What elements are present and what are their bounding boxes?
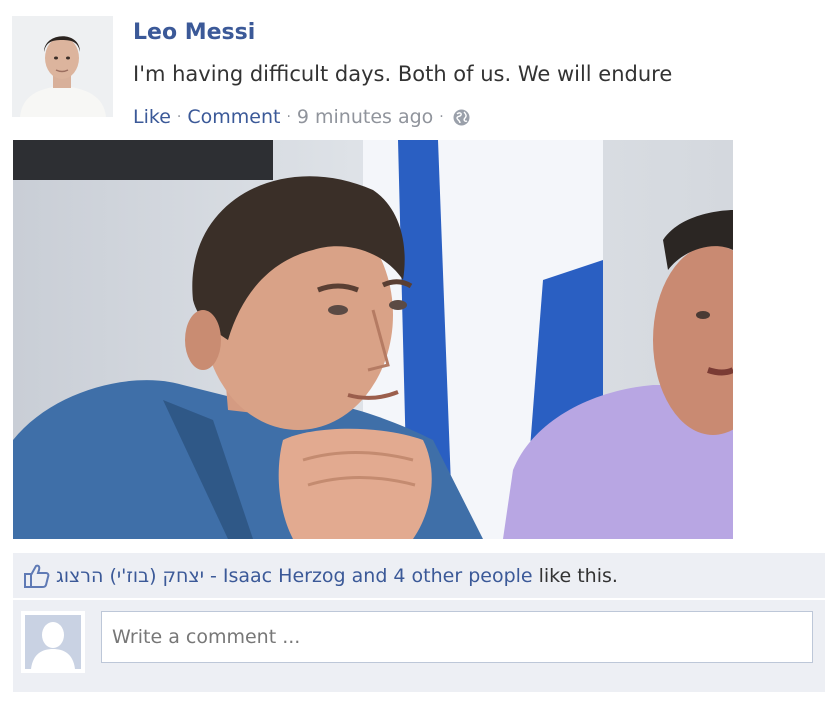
globe-icon[interactable] — [452, 108, 471, 127]
separator: · — [286, 109, 291, 125]
post-photo[interactable] — [13, 140, 733, 539]
likes-suffix: like this. — [538, 564, 618, 587]
post-actions: Like · Comment · 9 minutes ago · — [133, 106, 471, 128]
post-image — [13, 140, 733, 539]
comment-link[interactable]: Comment — [187, 106, 280, 128]
comment-composer — [13, 600, 825, 692]
separator: · — [176, 109, 182, 125]
like-link[interactable]: Like — [133, 106, 171, 128]
status-text: I'm having difficult days. Both of us. W… — [133, 62, 673, 86]
thumbs-up-icon — [23, 562, 50, 589]
likes-summary: יצחק (בוז'י) הרצוג - Isaac Herzog and 4 … — [13, 553, 825, 598]
separator: · — [439, 109, 444, 125]
comment-input[interactable] — [101, 611, 813, 663]
author-avatar[interactable] — [12, 16, 113, 117]
facebook-post: Leo Messi I'm having difficult days. Bot… — [0, 0, 833, 708]
likers-link[interactable]: יצחק (בוז'י) הרצוג - Isaac Herzog and 4 … — [56, 565, 533, 587]
author-name[interactable]: Leo Messi — [133, 20, 255, 45]
default-user-icon — [21, 611, 85, 673]
timestamp-link[interactable]: 9 minutes ago — [297, 106, 433, 128]
author-photo — [12, 16, 113, 117]
